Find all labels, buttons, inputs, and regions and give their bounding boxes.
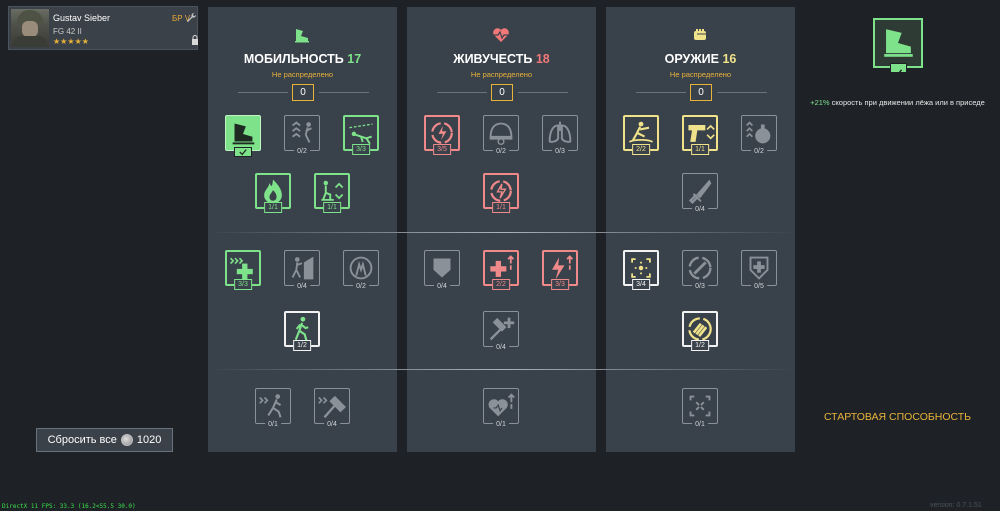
fps-counter: DirectX 11 FPS: 33.3 (16.2<55.5 30.0) <box>2 503 136 510</box>
dash-icon <box>259 394 282 418</box>
reload-icon <box>688 256 712 280</box>
start-ability-label: СТАРТОВАЯ СПОСОБНОСТЬ <box>823 411 972 423</box>
perk-armor[interactable]: 0/4 <box>424 250 460 291</box>
reset-cost: 1020 <box>136 434 162 446</box>
check-icon <box>239 149 247 156</box>
perk-sprint[interactable]: 1/2 <box>284 311 320 351</box>
perk-ammo-capacity[interactable]: 1/2 <box>682 311 718 351</box>
perk-grenade[interactable]: 0/2 <box>741 115 777 156</box>
soldier-name: Gustav Sieber <box>53 13 111 23</box>
perk-melee-speed[interactable]: 0/4 <box>314 388 350 429</box>
reset-all-button[interactable]: Сбросить все 1020 <box>36 428 173 452</box>
melee-icon <box>318 395 346 419</box>
focus-icon <box>689 395 711 417</box>
perk-vision[interactable]: 0/2 <box>343 250 379 291</box>
perk-reload[interactable]: 0/3 <box>682 250 718 291</box>
perk-crawl[interactable]: 3/3 <box>343 115 379 155</box>
boot-icon <box>884 29 913 57</box>
shield-icon <box>433 258 451 278</box>
perk-weapon-handling[interactable]: 2/2 <box>623 115 659 155</box>
perk-stamina-regen[interactable]: 1/1 <box>483 173 519 213</box>
wrench-icon[interactable] <box>186 12 197 23</box>
column-subtitle: Не распределено <box>470 70 533 79</box>
wall-climb-icon <box>291 256 314 280</box>
perk-heal-speed[interactable]: 3/3 <box>225 250 261 290</box>
perk-medkit-capacity[interactable]: 0/5 <box>741 250 777 291</box>
coin-icon <box>120 434 133 446</box>
column-title: МОБИЛЬНОСТЬ 17 <box>243 52 362 66</box>
column-title: ЖИВУЧЕСТЬ 18 <box>453 52 550 66</box>
boot-icon <box>295 29 309 43</box>
lungs-icon <box>548 121 572 143</box>
soldier-card[interactable]: Gustav Sieber БР V FG 42 II ★★★★★ <box>8 6 198 50</box>
perk-prone-speed[interactable] <box>225 115 261 157</box>
column-points: 0 <box>292 84 314 101</box>
version-label: version: 0.7.1.51 <box>930 502 982 509</box>
perk-health-boost[interactable]: 2/2 <box>483 250 519 290</box>
perk-wall-climb[interactable]: 0/4 <box>284 250 320 291</box>
column-points: 0 <box>690 84 712 101</box>
check-icon <box>894 69 903 77</box>
helmet-icon <box>489 122 513 146</box>
soldier-avatar <box>11 9 49 47</box>
column-points: 0 <box>491 84 513 101</box>
vision-icon <box>349 256 373 280</box>
perk-description: +21% скорость при движении лёжа или в пр… <box>810 98 985 107</box>
tier-divider <box>208 232 795 233</box>
fist-icon <box>694 29 706 40</box>
perk-dash[interactable]: 0/1 <box>255 388 291 429</box>
perk-stamina-boost[interactable]: 3/3 <box>542 250 578 290</box>
perk-fire[interactable]: 1/1 <box>255 173 291 213</box>
perk-aim[interactable]: 3/4 <box>623 250 659 290</box>
grenade-icon <box>746 121 771 144</box>
perk-stance-change[interactable]: 1/1 <box>314 173 350 213</box>
selected-perk-icon <box>873 18 923 77</box>
perk-regen[interactable]: 3/5 <box>424 115 460 155</box>
vitality-column: ЖИВУЧЕСТЬ 18 Не распределено 0 3/5 0/2 0… <box>407 7 596 452</box>
heart-up-icon <box>488 393 515 417</box>
boot-icon <box>232 123 255 145</box>
perk-knife[interactable]: 0/4 <box>682 173 718 214</box>
climb-icon <box>291 121 312 143</box>
perk-helmet[interactable]: 0/2 <box>483 115 519 156</box>
perk-repair[interactable]: 0/4 <box>483 311 519 352</box>
reset-label: Сбросить все <box>47 434 117 446</box>
perk-climb[interactable]: 0/2 <box>284 115 320 156</box>
perk-revive[interactable]: 0/1 <box>483 388 519 429</box>
perk-focus[interactable]: 0/1 <box>682 388 718 429</box>
column-subtitle: Не распределено <box>271 70 334 79</box>
knife-icon <box>688 179 712 205</box>
lock-icon <box>192 35 198 45</box>
soldier-weapon: FG 42 II <box>53 27 82 36</box>
weapon-column: ОРУЖИЕ 16 Не распределено 0 2/2 1/1 0/2 … <box>606 7 795 452</box>
perk-pistol-swap[interactable]: 1/1 <box>682 115 718 155</box>
soldier-stars: ★★★★★ <box>53 37 89 46</box>
column-title: ОРУЖИЕ 16 <box>664 52 737 66</box>
shield-plus-icon <box>749 256 769 280</box>
mobility-column: МОБИЛЬНОСТЬ 17 Не распределено 0 0/2 3/3… <box>208 7 397 452</box>
column-subtitle: Не распределено <box>669 70 732 79</box>
hammer-plus-icon <box>489 317 515 341</box>
perk-lungs[interactable]: 0/3 <box>542 115 578 156</box>
heart-pulse-icon <box>493 28 509 42</box>
tier-divider <box>208 369 795 370</box>
